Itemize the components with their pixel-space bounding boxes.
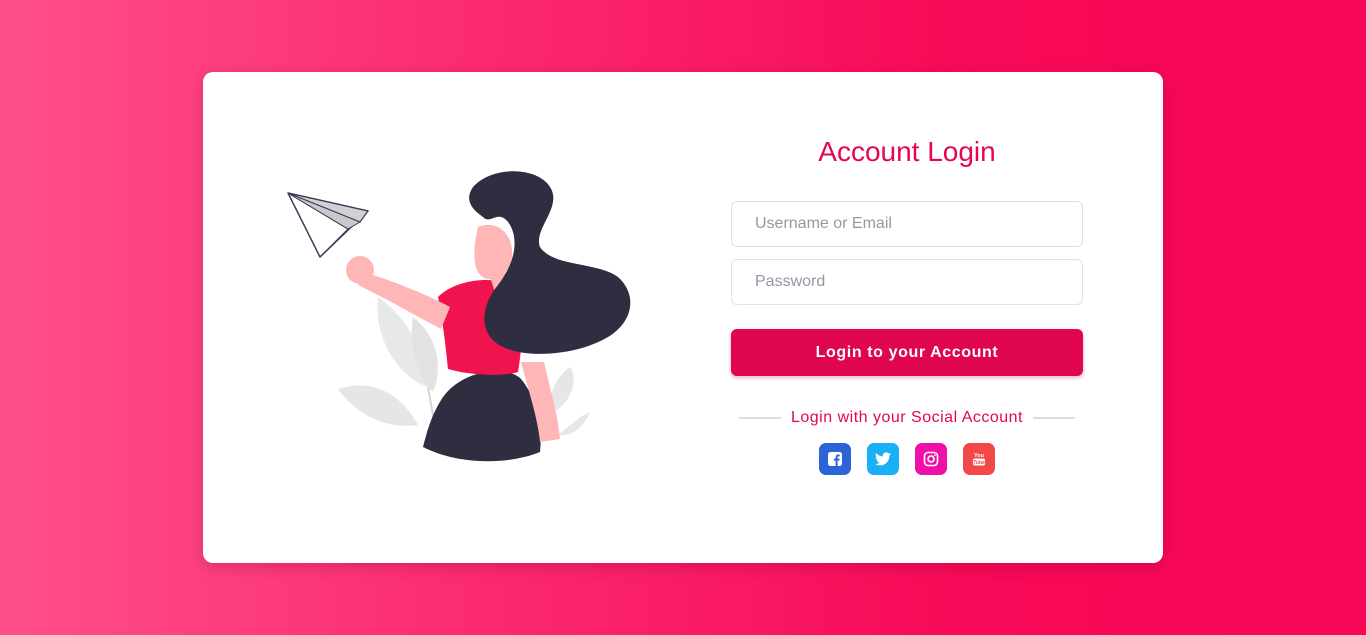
woman-paper-plane-illustration [287,171,631,462]
facebook-button[interactable] [819,443,851,475]
svg-text:You: You [974,453,984,459]
divider-line-right [1033,417,1075,419]
youtube-button[interactable]: You Tube [963,443,995,475]
instagram-button[interactable] [915,443,947,475]
divider-line-left [738,417,781,419]
login-button[interactable]: Login to your Account [731,329,1083,376]
username-field[interactable] [731,201,1083,247]
password-field[interactable] [731,259,1083,305]
facebook-icon [828,452,842,466]
social-login-label: Login with your Social Account [790,409,1023,426]
social-login-heading: Login with your Social Account [731,408,1083,428]
login-card: Account Login Login to your Account Logi… [203,72,1163,563]
twitter-button[interactable] [867,443,899,475]
twitter-icon [875,452,891,466]
youtube-icon: You Tube [973,453,985,466]
svg-text:Tube: Tube [973,460,985,466]
social-icons: You Tube [819,443,995,475]
page-title: Account Login [818,136,996,167]
instagram-icon [923,451,939,467]
